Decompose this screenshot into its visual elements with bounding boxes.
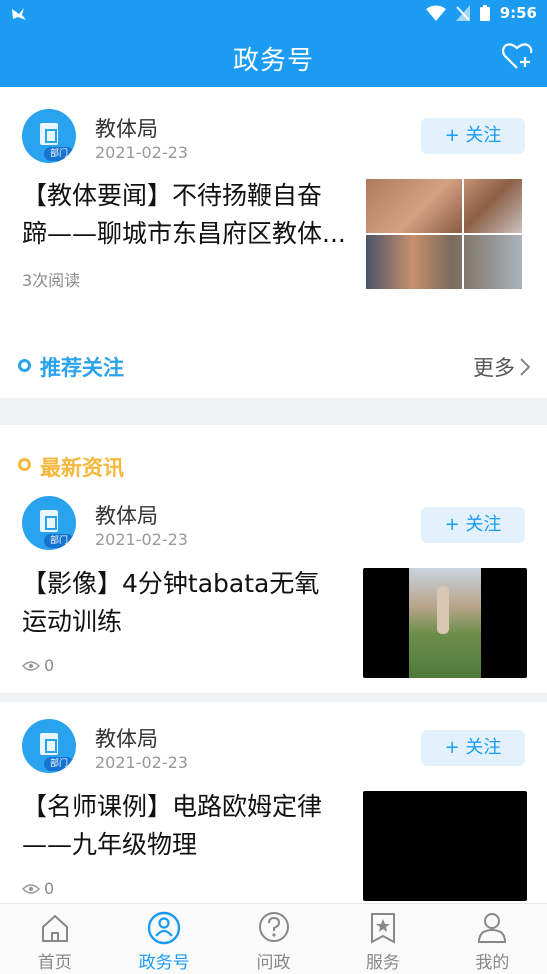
follow-button[interactable]: + 关注 [421,507,525,543]
article-title[interactable]: 【教体要闻】不待扬鞭自奋 蹄——聊城市东昌府区教体... [22,177,357,253]
article-title-line: 蹄——聊城市东昌府区教体... [22,219,346,248]
article-title-line: 运动训练 [22,607,123,636]
building-icon [40,510,58,532]
chevron-right-icon [520,358,531,376]
view-count: 0 [22,879,54,898]
article-title-line: 【名师课例】电路欧姆定律 [22,792,323,821]
bottom-tab-bar: 首页 政务号 问政 服务 我的 [0,903,547,974]
article-thumbnail[interactable] [366,179,522,289]
article-title[interactable]: 【影像】4分钟tabata无氧 运动训练 [22,565,352,641]
building-icon [40,123,58,145]
tab-label: 首页 [37,953,72,973]
wifi-icon [425,5,446,21]
publisher-name: 教体局 [95,504,158,528]
article-title-line: 【教体要闻】不待扬鞭自奋 [22,181,323,210]
status-bar: 9:56 [0,0,547,28]
tab-label: 服务 [365,953,400,973]
more-link[interactable]: 更多 [473,352,531,382]
eye-icon [22,883,40,894]
tab-label: 政务号 [138,953,190,973]
tab-home[interactable]: 首页 [0,904,109,974]
recommend-section-header: 推荐关注 更多 [0,341,547,391]
publish-date: 2021-02-23 [95,753,188,772]
latest-title: 最新资讯 [40,456,124,480]
read-count: 3次阅读 [22,271,81,290]
news-card[interactable]: 部门 教体局 2021-02-23 + 关注 【名师课例】电路欧姆定律 ——九年… [0,702,547,903]
card-divider [0,693,547,702]
section-dot-icon [18,359,31,372]
app-bar: 政务号 [0,28,547,87]
gov-account-icon [147,911,181,945]
more-label: 更多 [473,356,515,380]
video-thumbnail[interactable] [363,791,527,901]
tab-gov-account[interactable]: 政务号 [109,904,218,974]
page-title: 政务号 [232,46,314,76]
view-count-value: 0 [44,656,55,675]
publisher-name: 教体局 [95,727,158,751]
user-icon [478,913,507,943]
eye-icon [22,660,40,671]
question-icon [258,912,289,942]
tab-label: 我的 [475,953,510,973]
service-star-icon [370,913,395,944]
no-signal-icon [455,5,470,21]
avatar[interactable]: 部门 [22,496,76,550]
avatar-tag: 部门 [44,757,74,771]
heart-plus-icon[interactable] [501,41,533,71]
avatar[interactable]: 部门 [22,109,76,163]
building-icon [40,733,58,755]
avatar-tag: 部门 [44,534,74,548]
video-thumbnail[interactable] [363,568,527,678]
publish-date: 2021-02-23 [95,143,188,162]
follow-button[interactable]: + 关注 [421,730,525,766]
article-title[interactable]: 【名师课例】电路欧姆定律 ——九年级物理 [22,788,352,864]
section-divider [0,398,547,425]
article-title-line: 【影像】4分钟tabata无氧 [22,569,320,598]
battery-icon [479,5,490,21]
tab-inquiry[interactable]: 问政 [219,904,328,974]
view-count: 0 [22,656,54,675]
tab-label: 问政 [256,953,291,973]
status-time: 9:56 [499,4,537,22]
publisher-name: 教体局 [95,117,158,141]
follow-button[interactable]: + 关注 [421,118,525,154]
recommend-title: 推荐关注 [40,356,124,380]
article-title-line: ——九年级物理 [22,830,198,859]
home-icon [41,914,68,942]
main-content: 部门 教体局 2021-02-23 + 关注 【教体要闻】不待扬鞭自奋 蹄——聊… [0,87,547,903]
news-card[interactable]: 部门 教体局 2021-02-23 + 关注 【影像】4分钟tabata无氧 运… [0,479,547,693]
avatar-tag: 部门 [44,147,74,161]
view-count-value: 0 [44,879,55,898]
tab-mine[interactable]: 我的 [438,904,547,974]
notification-bird-icon [12,8,26,20]
tab-service[interactable]: 服务 [328,904,437,974]
top-article-card[interactable]: 部门 教体局 2021-02-23 + 关注 【教体要闻】不待扬鞭自奋 蹄——聊… [0,87,547,319]
avatar[interactable]: 部门 [22,719,76,773]
publish-date: 2021-02-23 [95,530,188,549]
section-dot-icon [18,458,31,471]
